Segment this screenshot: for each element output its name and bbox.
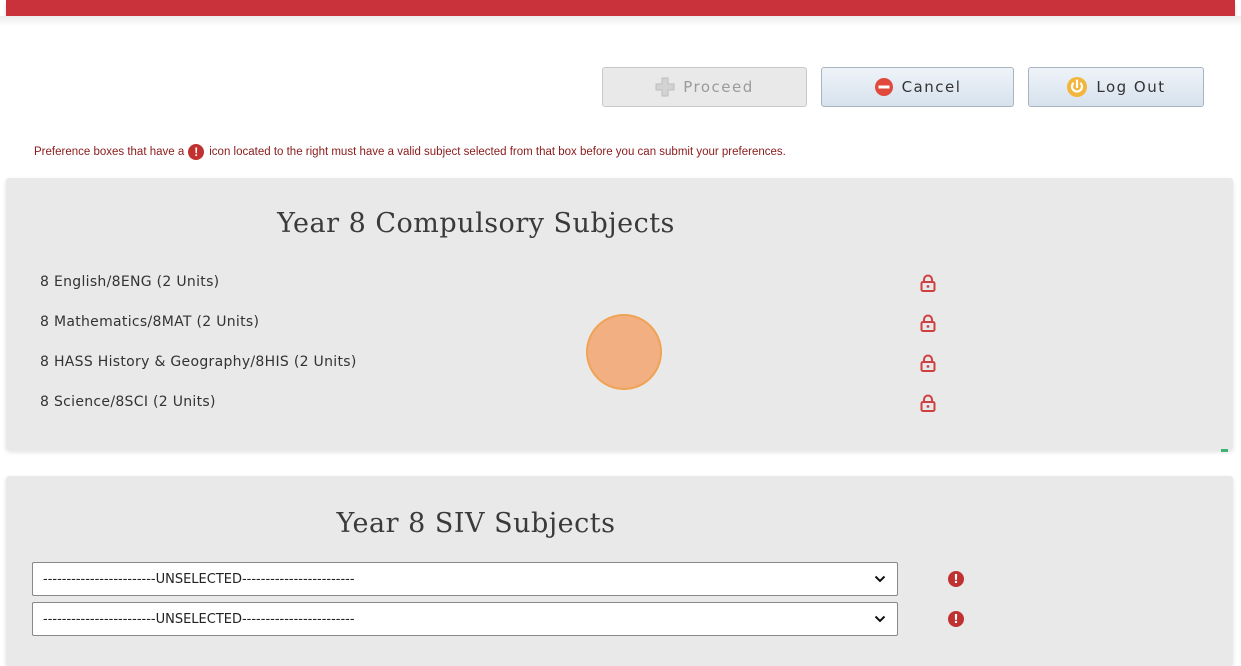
siv-preference-select-1[interactable]: ------------------------UNSELECTED------… bbox=[32, 562, 898, 596]
click-indicator bbox=[586, 314, 662, 390]
preferences-notice: Preference boxes that have a ! icon loca… bbox=[34, 144, 786, 160]
siv-preference-select-2[interactable]: ------------------------UNSELECTED------… bbox=[32, 602, 898, 636]
proceed-button[interactable]: Proceed bbox=[602, 67, 807, 107]
logout-button[interactable]: Log Out bbox=[1028, 67, 1204, 107]
subject-row: 8 Science/8SCI (2 Units) bbox=[40, 394, 216, 410]
top-header-bar bbox=[6, 0, 1235, 16]
notice-prefix: Preference boxes that have a bbox=[34, 146, 185, 158]
chevron-down-icon bbox=[863, 563, 897, 595]
siv-title: Year 8 SIV Subjects bbox=[336, 508, 616, 539]
power-icon bbox=[1066, 76, 1088, 98]
required-alert-icon: ! bbox=[948, 571, 964, 587]
subject-row: 8 Mathematics/8MAT (2 Units) bbox=[40, 314, 260, 330]
notice-suffix: icon located to the right must have a va… bbox=[209, 146, 786, 158]
header-shadow bbox=[0, 16, 1241, 26]
select-value: ------------------------UNSELECTED------… bbox=[43, 571, 355, 587]
plus-icon bbox=[655, 77, 675, 97]
lock-icon bbox=[920, 354, 936, 372]
resize-handle bbox=[1221, 449, 1228, 452]
subject-row: 8 HASS History & Geography/8HIS (2 Units… bbox=[40, 354, 357, 370]
compulsory-title: Year 8 Compulsory Subjects bbox=[277, 208, 675, 239]
lock-icon bbox=[920, 274, 936, 292]
no-entry-icon bbox=[874, 77, 894, 97]
select-value: ------------------------UNSELECTED------… bbox=[43, 611, 355, 627]
lock-icon bbox=[920, 314, 936, 332]
required-alert-icon: ! bbox=[948, 611, 964, 627]
siv-subjects-panel: Year 8 SIV Subjects --------------------… bbox=[6, 476, 1233, 666]
alert-icon: ! bbox=[188, 144, 205, 160]
subject-row: 8 English/8ENG (2 Units) bbox=[40, 274, 220, 290]
lock-icon bbox=[920, 394, 936, 412]
logout-label: Log Out bbox=[1096, 78, 1166, 96]
chevron-down-icon bbox=[863, 603, 897, 635]
proceed-label: Proceed bbox=[683, 78, 754, 96]
cancel-label: Cancel bbox=[901, 78, 962, 96]
cancel-button[interactable]: Cancel bbox=[821, 67, 1014, 107]
